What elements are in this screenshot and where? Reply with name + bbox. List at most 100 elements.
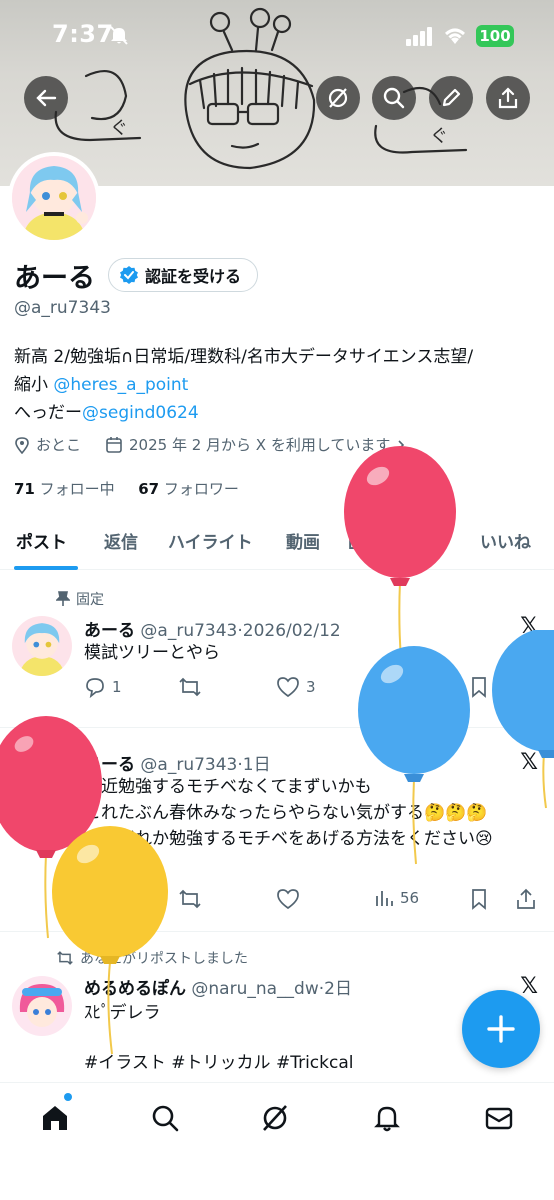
grok-icon — [328, 88, 348, 108]
tab-articles[interactable]: 記事 — [412, 528, 446, 553]
followers-link[interactable]: 67 フォロワー — [138, 480, 239, 498]
get-verified-label: 認証を受ける — [145, 267, 242, 286]
search-icon — [152, 1105, 179, 1132]
views-button[interactable]: 56 — [374, 888, 419, 908]
pin-icon — [56, 591, 70, 606]
view-count: 619 — [400, 677, 429, 695]
views-button[interactable]: 619 — [374, 676, 429, 696]
plus-icon — [487, 1015, 515, 1043]
nav-home[interactable] — [38, 1101, 72, 1135]
share-icon — [498, 87, 518, 109]
post-date[interactable]: 2日 — [324, 979, 352, 999]
svg-text:ぐ: ぐ — [430, 126, 448, 147]
post-item[interactable]: あーる @a_ru7343·1日 𝕏 最近勉強するモチベなくてまずいかも これた… — [0, 728, 554, 932]
post-header: あーる @a_ru7343·1日 — [84, 750, 271, 775]
compose-post-button[interactable] — [462, 990, 540, 1068]
profile-joined[interactable]: 2025 年 2 月から X を利用しています — [129, 434, 390, 455]
heart-icon — [277, 889, 299, 910]
post-author-name[interactable]: あーる — [84, 621, 135, 641]
home-icon — [43, 1106, 67, 1130]
share-icon — [517, 676, 535, 697]
like-button[interactable]: 3 — [276, 676, 316, 698]
tab-posts[interactable]: ポスト — [16, 528, 67, 553]
reply-icon — [86, 678, 104, 698]
grok-button[interactable] — [316, 76, 360, 120]
post-author-handle[interactable]: @a_ru7343 — [140, 755, 237, 775]
post-date[interactable]: 1日 — [243, 755, 271, 775]
tab-videos[interactable]: 動画 — [286, 528, 320, 553]
bio-header-credit-link[interactable]: @segind0624 — [82, 403, 199, 423]
search-button[interactable] — [372, 76, 416, 120]
nav-notifications[interactable] — [370, 1101, 404, 1135]
share-button[interactable] — [486, 76, 530, 120]
envelope-icon — [485, 1107, 513, 1130]
x-logo-icon: 𝕏 — [520, 974, 538, 999]
profile-avatar[interactable] — [8, 152, 100, 244]
avatar-illustration — [12, 156, 96, 240]
reply-button[interactable] — [84, 888, 106, 910]
tab-media[interactable]: 画像 — [348, 528, 382, 553]
post-pinned[interactable]: 固定 あーる @a_ru7343·2026/02/12 𝕏 模試ツリーとやら 1… — [0, 572, 554, 728]
tab-likes[interactable]: いいね — [480, 528, 531, 553]
status-bar: 7:37 100 — [0, 0, 554, 72]
notification-dot — [64, 1093, 72, 1101]
profile-meta: おとこ 2025 年 2 月から X を利用しています — [14, 434, 406, 455]
nav-search[interactable] — [148, 1101, 182, 1135]
post-author-handle[interactable]: @naru_na__dw — [191, 979, 318, 999]
wifi-icon — [442, 24, 468, 50]
x-logo-icon: 𝕏 — [520, 614, 538, 639]
share-icon — [517, 888, 535, 909]
bookmark-button[interactable] — [470, 676, 488, 698]
post-text-line: 最近勉強するモチベなくてまずいかも — [84, 777, 372, 797]
post-author-handle[interactable]: @a_ru7343 — [140, 621, 237, 641]
post-text-line: ちょだれか勉強するモチベをあげる方法をください😢 — [84, 829, 493, 849]
heart-icon — [277, 677, 299, 698]
post-date[interactable]: 2026/02/12 — [243, 621, 341, 641]
bio-mention-link[interactable]: @heres_a_point — [53, 375, 188, 395]
repost-label: あなたがリポストしました — [80, 951, 248, 967]
repost-icon — [179, 889, 201, 909]
followers-label: フォロワー — [163, 480, 239, 498]
following-link[interactable]: 71 フォロー中 — [14, 480, 115, 498]
following-label: フォロー中 — [39, 480, 115, 498]
reply-count: 1 — [112, 678, 122, 696]
views-icon — [376, 891, 393, 906]
tab-replies[interactable]: 返信 — [104, 528, 138, 553]
reply-button[interactable]: 1 — [84, 676, 122, 698]
get-verified-button[interactable]: 認証を受ける — [108, 258, 259, 292]
post-author-name[interactable]: めるめるぽん — [84, 979, 186, 999]
repost-button[interactable] — [178, 676, 202, 698]
share-post-button[interactable] — [516, 676, 536, 698]
location-icon — [15, 436, 29, 454]
back-button[interactable] — [24, 76, 68, 120]
profile-handle: @a_ru7343 — [14, 298, 111, 318]
bio-line-2: 縮小 @heres_a_point — [14, 371, 544, 399]
nav-grok[interactable] — [258, 1101, 292, 1135]
follow-stats: 71 フォロー中 67 フォロワー — [14, 478, 239, 499]
battery-indicator: 100 — [476, 25, 514, 47]
post-avatar[interactable] — [12, 976, 72, 1036]
grok-icon — [263, 1105, 287, 1131]
status-time: 7:37 — [52, 20, 114, 48]
post-header: めるめるぽん @naru_na__dw·2日 — [84, 974, 352, 999]
active-tab-indicator — [14, 566, 78, 570]
post-avatar[interactable] — [12, 616, 72, 676]
nav-messages[interactable] — [482, 1101, 516, 1135]
pencil-icon — [442, 88, 461, 107]
post-avatar[interactable] — [12, 742, 72, 802]
tab-highlights[interactable]: ハイライト — [168, 528, 253, 553]
like-count: 3 — [306, 678, 316, 696]
edit-button[interactable] — [429, 76, 473, 120]
pinned-label: 固定 — [76, 592, 104, 608]
post-author-name[interactable]: あーる — [84, 755, 135, 775]
avatar-illustration — [12, 616, 72, 676]
bookmark-button[interactable] — [470, 888, 488, 910]
profile-banner: ぐ ぐ 7:37 100 — [0, 0, 554, 186]
repost-note: あなたがリポストしました — [56, 948, 248, 968]
repost-icon — [57, 951, 73, 965]
post-text-line: これたぶん春休みなったらやらない気がする🤔🤔🤔 — [84, 803, 488, 823]
like-button[interactable] — [276, 888, 300, 910]
bio-line-1: 新高 2/勉強垢∩日常垢/理数科/名市大データサイエンス志望/ — [14, 347, 474, 367]
repost-button[interactable] — [178, 888, 202, 910]
share-post-button[interactable] — [516, 888, 536, 910]
